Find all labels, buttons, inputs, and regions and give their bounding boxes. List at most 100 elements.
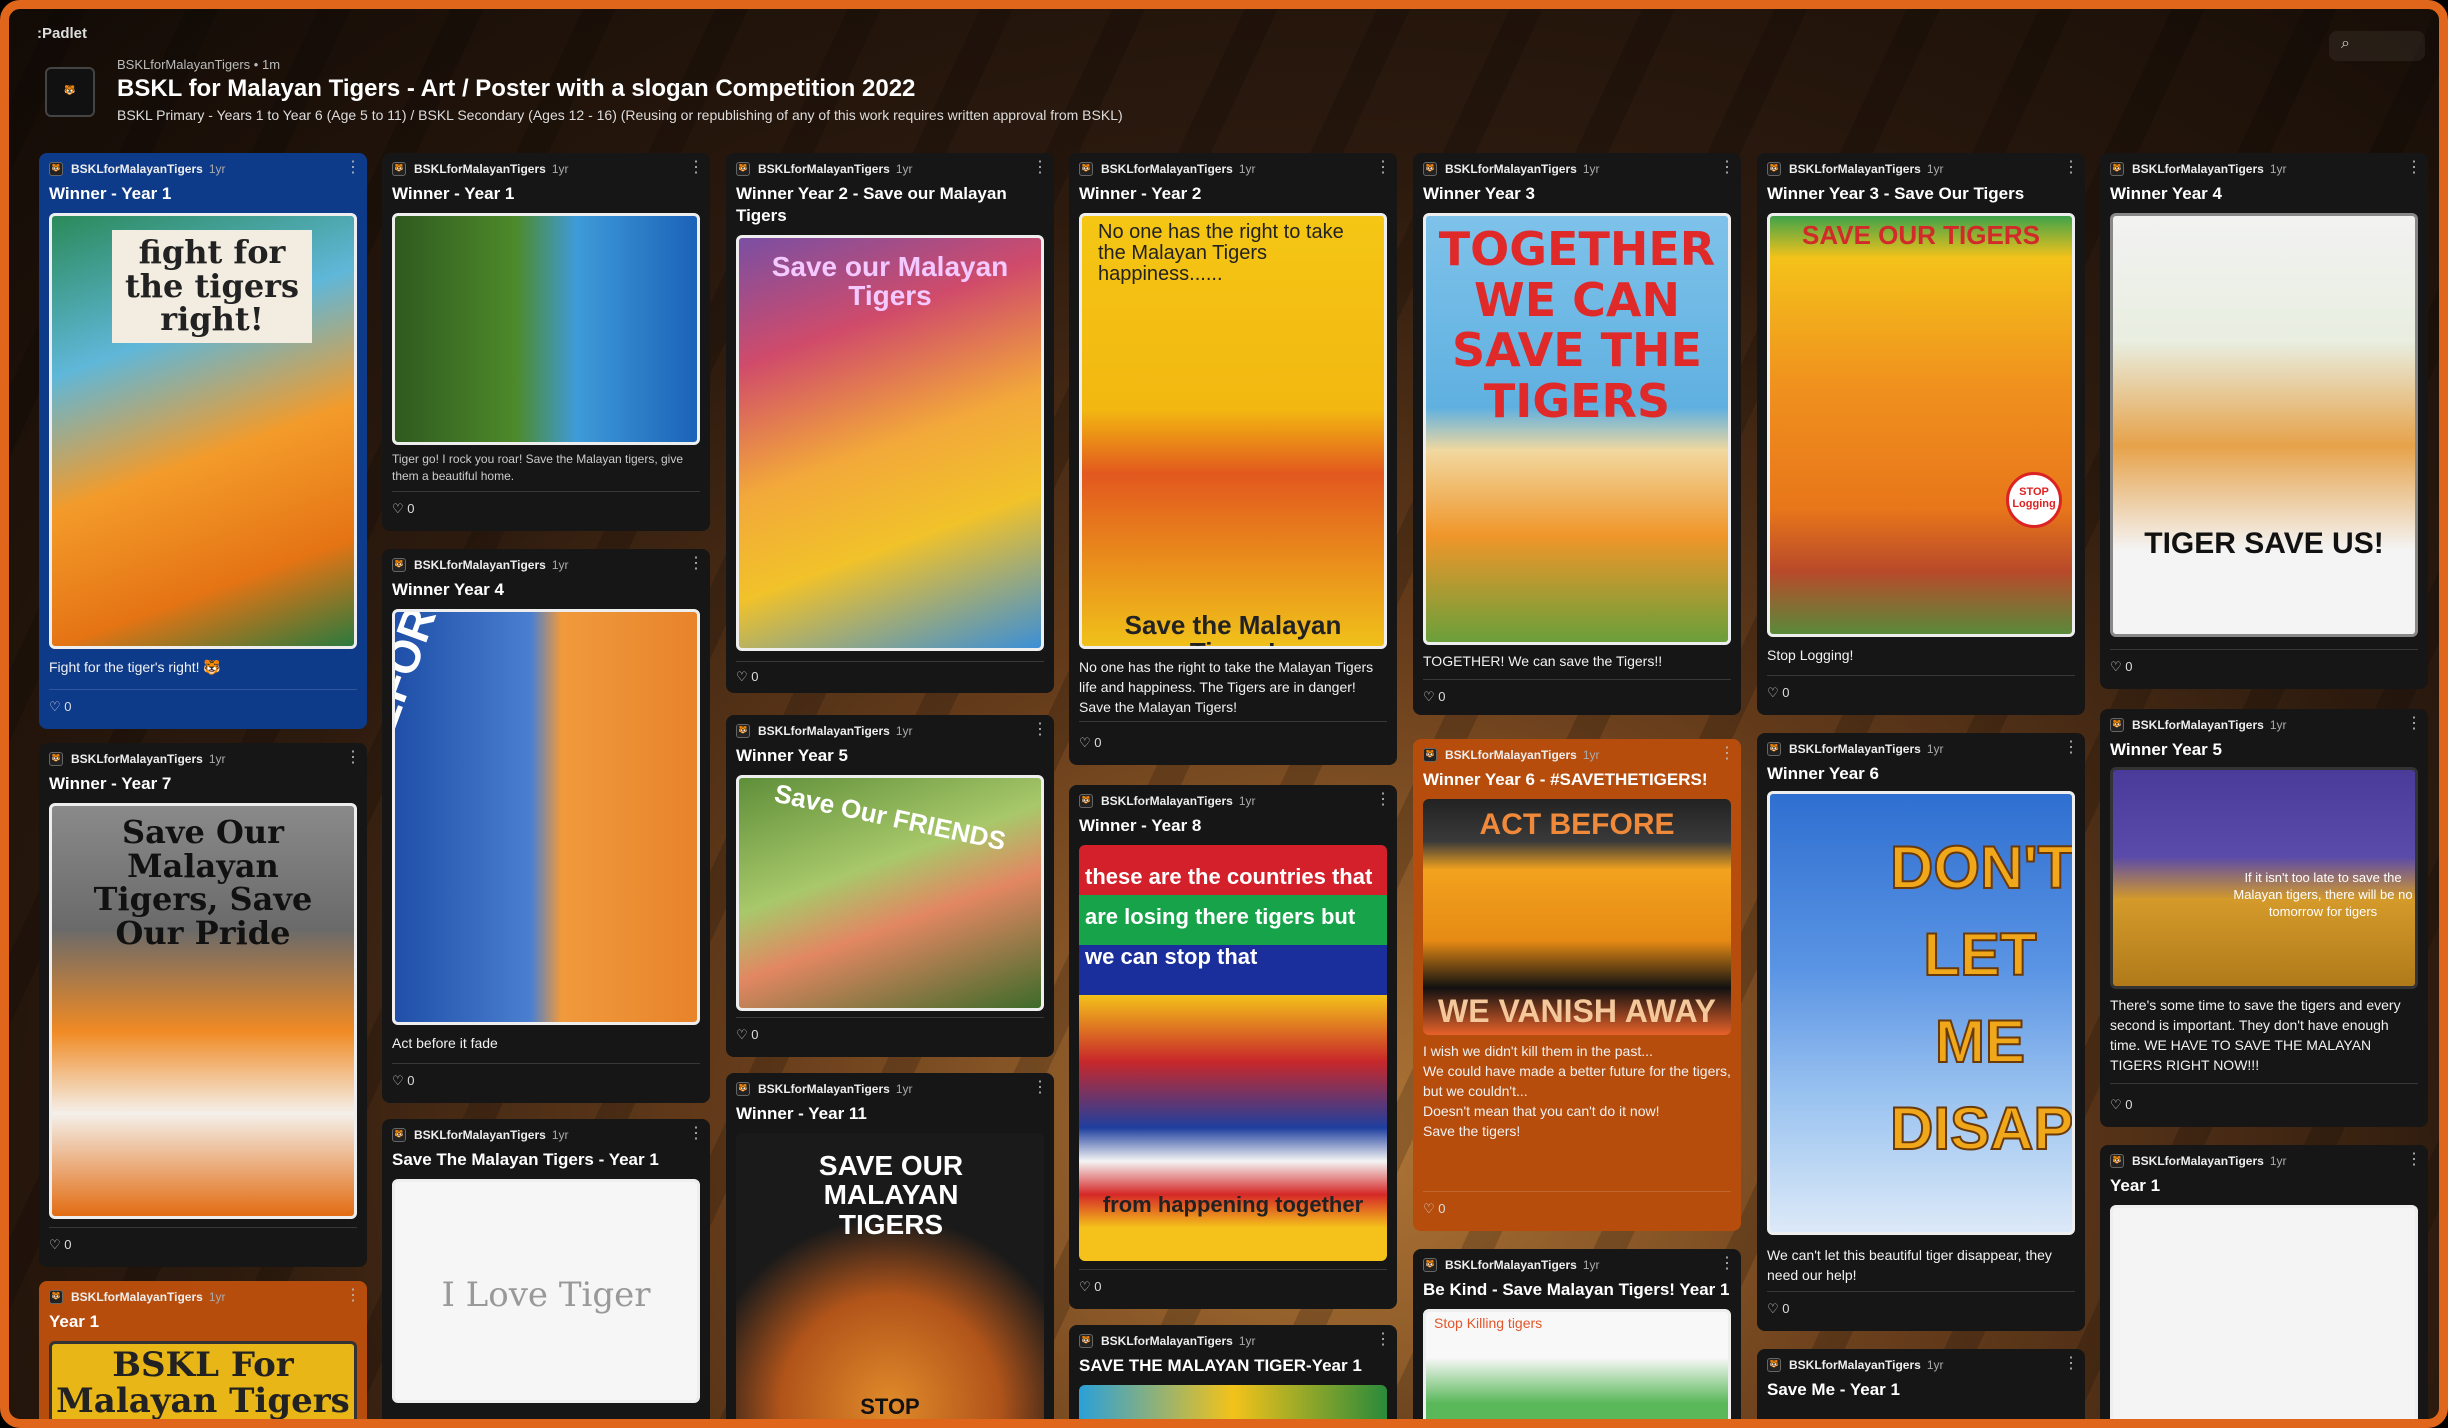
- like-button[interactable]: ♡ 0: [2110, 1097, 2133, 1113]
- more-options-icon[interactable]: ⋮: [688, 1123, 704, 1143]
- post-card[interactable]: 🐯 BSKLforMalayanTigers 1yr ⋮ Winner - Year…: [1069, 153, 1397, 765]
- more-options-icon[interactable]: ⋮: [688, 553, 704, 573]
- post-image[interactable]: fight for the tigers right!: [49, 213, 357, 649]
- post-card[interactable]: 🐯 BSKLforMalayanTigers 1yr ⋮ Save Me - Yea…: [1757, 1349, 2085, 1419]
- post-image[interactable]: [392, 213, 700, 445]
- post-card[interactable]: 🐯 BSKLforMalayanTigers 1yr ⋮ Winner - Year…: [39, 153, 367, 729]
- more-options-icon[interactable]: ⋮: [2063, 157, 2079, 177]
- post-image[interactable]: I Love Tiger: [392, 1179, 700, 1403]
- more-options-icon[interactable]: ⋮: [1375, 789, 1391, 809]
- post-image[interactable]: DON'T LET ME DISAPPEAR: [1767, 791, 2075, 1235]
- more-options-icon[interactable]: ⋮: [688, 157, 704, 177]
- like-button[interactable]: ♡ 0: [1423, 1201, 1446, 1217]
- more-options-icon[interactable]: ⋮: [345, 747, 361, 767]
- post-title: Winner Year 6 - #SAVETHETIGERS!: [1423, 770, 1708, 789]
- post-card[interactable]: 🐯 BSKLforMalayanTigers 1yr ⋮ Winner Year 4…: [382, 549, 710, 1103]
- post-image[interactable]: Save Our FRIENDS: [736, 775, 1044, 1011]
- post-image[interactable]: [2110, 1205, 2418, 1419]
- post-time: 1yr: [1582, 162, 1600, 176]
- more-options-icon[interactable]: ⋮: [1719, 1253, 1735, 1273]
- post-card[interactable]: 🐯 BSKLforMalayanTigers 1yr ⋮ Year 1 BSKL F…: [39, 1281, 367, 1419]
- post-card[interactable]: 🐯 BSKLforMalayanTigers 1yr ⋮ Winner Year 5…: [726, 715, 1054, 1057]
- post-card[interactable]: 🐯 BSKLforMalayanTigers 1yr ⋮ Winner Year 2…: [726, 153, 1054, 693]
- post-time: 1yr: [1238, 1334, 1256, 1348]
- post-image[interactable]: SAVE OUR MALAYAN TIGERS STOP: [736, 1133, 1044, 1419]
- like-button[interactable]: ♡ 0: [392, 501, 415, 517]
- post-time: 1yr: [2269, 162, 2287, 176]
- post-time: 1yr: [895, 724, 913, 738]
- search-button[interactable]: ⌕: [2329, 31, 2425, 61]
- more-options-icon[interactable]: ⋮: [2406, 157, 2422, 177]
- like-button[interactable]: ♡ 0: [736, 669, 759, 685]
- post-image[interactable]: ACT BEFORE IT FADE: [392, 609, 700, 1025]
- more-options-icon[interactable]: ⋮: [345, 1285, 361, 1305]
- post-image[interactable]: SAVE OUR TIGERS STOP Logging: [1767, 213, 2075, 637]
- post-title: Year 1: [2110, 1176, 2161, 1195]
- post-card[interactable]: 🐯 BSKLforMalayanTigers 1yr ⋮ SAVE THE MALA…: [1069, 1325, 1397, 1419]
- post-image[interactable]: Save our Malayan Tigers: [736, 235, 1044, 651]
- post-card[interactable]: 🐯 BSKLforMalayanTigers 1yr ⋮ Winner - Year…: [726, 1073, 1054, 1419]
- post-image[interactable]: No one has the right to take the Malayan…: [1079, 213, 1387, 649]
- like-button[interactable]: ♡ 0: [1423, 689, 1446, 705]
- author-avatar: 🐯: [1767, 162, 1781, 176]
- post-image[interactable]: TOGETHER WE CAN SAVE THE TIGERS: [1423, 213, 1731, 645]
- image-caption: DON'T LET ME DISAPPEAR: [1889, 833, 2075, 1163]
- padlet-logo[interactable]: :Padlet: [37, 25, 87, 42]
- more-options-icon[interactable]: ⋮: [2063, 1353, 2079, 1373]
- more-options-icon[interactable]: ⋮: [1375, 1329, 1391, 1349]
- post-image[interactable]: Stop Killing tigers: [1423, 1309, 1731, 1419]
- post-image[interactable]: BSKL For Malayan Tigers: [49, 1341, 357, 1419]
- post-card[interactable]: 🐯 BSKLforMalayanTigers 1yr ⋮ Winner - Year…: [39, 743, 367, 1267]
- post-author: BSKLforMalayanTigers: [1445, 748, 1577, 762]
- post-card[interactable]: 🐯 BSKLforMalayanTigers 1yr ⋮ Winner Year 6…: [1413, 739, 1741, 1231]
- like-button[interactable]: ♡ 0: [2110, 659, 2133, 675]
- more-options-icon[interactable]: ⋮: [1032, 719, 1048, 739]
- post-card[interactable]: 🐯 BSKLforMalayanTigers 1yr ⋮ Winner Year 6…: [1757, 733, 2085, 1331]
- post-title: Year 1: [49, 1312, 100, 1331]
- more-options-icon[interactable]: ⋮: [1719, 157, 1735, 177]
- post-author: BSKLforMalayanTigers: [71, 1290, 203, 1304]
- like-button[interactable]: ♡ 0: [392, 1073, 415, 1089]
- post-body: Tiger go! I rock you roar! Save the Mala…: [392, 452, 684, 483]
- post-title: Winner Year 5: [736, 746, 848, 765]
- post-card[interactable]: 🐯 BSKLforMalayanTigers 1yr ⋮ Winner Year 3…: [1757, 153, 2085, 715]
- post-card[interactable]: 🐯 BSKLforMalayanTigers 1yr ⋮ Winner Year 3…: [1413, 153, 1741, 715]
- post-image[interactable]: TIGER SAVE US!: [2110, 213, 2418, 637]
- stop-sign-text: STOP Logging: [2006, 472, 2062, 528]
- more-options-icon[interactable]: ⋮: [1032, 1077, 1048, 1097]
- post-time: 1yr: [895, 1082, 913, 1096]
- like-button[interactable]: ♡ 0: [1079, 1279, 1102, 1295]
- like-button[interactable]: ♡ 0: [1767, 685, 1790, 701]
- author-avatar: 🐯: [392, 1128, 406, 1142]
- post-title: Winner Year 2 - Save our Malayan Tigers: [736, 184, 1007, 225]
- post-author: BSKLforMalayanTigers: [71, 162, 203, 176]
- like-button[interactable]: ♡ 0: [49, 1237, 72, 1253]
- post-time: 1yr: [551, 1128, 569, 1142]
- author-avatar: 🐯: [392, 162, 406, 176]
- like-button[interactable]: ♡ 0: [736, 1027, 759, 1043]
- post-image[interactable]: these are the countries that are losing …: [1079, 845, 1387, 1261]
- post-image[interactable]: [1079, 1385, 1387, 1419]
- more-options-icon[interactable]: ⋮: [1719, 743, 1735, 763]
- post-card[interactable]: 🐯 BSKLforMalayanTigers 1yr ⋮ Save The Mala…: [382, 1119, 710, 1419]
- like-button[interactable]: ♡ 0: [1079, 735, 1102, 751]
- post-card[interactable]: 🐯 BSKLforMalayanTigers 1yr ⋮ Winner - Year…: [1069, 785, 1397, 1309]
- search-icon: ⌕: [2341, 35, 2350, 52]
- post-card[interactable]: 🐯 BSKLforMalayanTigers 1yr ⋮ Winner - Year…: [382, 153, 710, 531]
- more-options-icon[interactable]: ⋮: [2406, 713, 2422, 733]
- post-image[interactable]: Save Our Malayan Tigers, Save Our Pride: [49, 803, 357, 1219]
- more-options-icon[interactable]: ⋮: [345, 157, 361, 177]
- post-card[interactable]: 🐯 BSKLforMalayanTigers 1yr ⋮ Be Kind - Sav…: [1413, 1249, 1741, 1419]
- more-options-icon[interactable]: ⋮: [1032, 157, 1048, 177]
- post-image[interactable]: If it isn't too late to save the Malayan…: [2110, 767, 2418, 989]
- post-card[interactable]: 🐯 BSKLforMalayanTigers 1yr ⋮ Winner Year 4…: [2100, 153, 2428, 689]
- more-options-icon[interactable]: ⋮: [1375, 157, 1391, 177]
- post-card[interactable]: 🐯 BSKLforMalayanTigers 1yr ⋮ Year 1: [2100, 1145, 2428, 1419]
- post-image[interactable]: ACT BEFORE WE VANISH AWAY: [1423, 799, 1731, 1035]
- like-button[interactable]: ♡ 0: [1767, 1301, 1790, 1317]
- more-options-icon[interactable]: ⋮: [2406, 1149, 2422, 1169]
- more-options-icon[interactable]: ⋮: [2063, 737, 2079, 757]
- post-card[interactable]: 🐯 BSKLforMalayanTigers 1yr ⋮ Winner Year 5…: [2100, 709, 2428, 1127]
- post-title: Winner Year 6: [1767, 764, 1879, 783]
- like-button[interactable]: ♡ 0: [49, 699, 72, 715]
